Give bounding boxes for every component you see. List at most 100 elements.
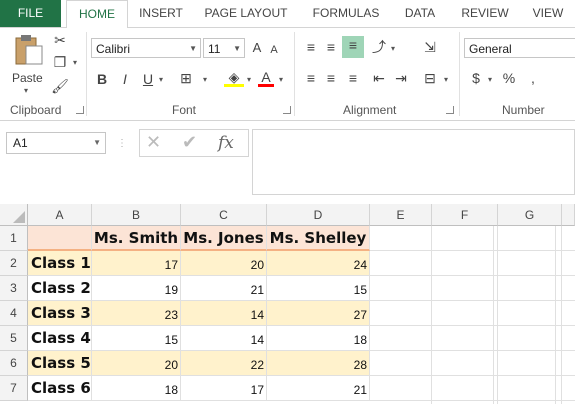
align-middle-icon[interactable]: ≡	[322, 38, 340, 56]
paste-dropdown-icon[interactable]: ▾	[24, 86, 28, 95]
grow-font-icon[interactable]: A	[249, 39, 265, 57]
cell-b3[interactable]: 19	[92, 276, 181, 301]
align-left-icon[interactable]: ≡	[302, 69, 320, 87]
tab-review[interactable]: REVIEW	[454, 0, 516, 27]
cell-c6[interactable]: 22	[181, 351, 267, 376]
tab-page-layout[interactable]: PAGE LAYOUT	[196, 0, 296, 27]
cell-c5[interactable]: 14	[181, 326, 267, 351]
row-header-3[interactable]: 3	[0, 276, 28, 301]
font-size-select[interactable]: 11 ▼	[203, 38, 245, 58]
paste-button[interactable]: Paste ▾	[8, 32, 48, 95]
cell-a4[interactable]: Class 3	[28, 301, 92, 326]
clipboard-launcher-icon[interactable]	[76, 106, 84, 114]
tab-formulas[interactable]: FORMULAS	[305, 0, 387, 27]
copy-icon[interactable]: ❐	[50, 53, 70, 71]
cell-d5[interactable]: 18	[267, 326, 370, 351]
column-header-f[interactable]: F	[432, 204, 498, 226]
select-all-button[interactable]	[0, 204, 28, 226]
row-header-5[interactable]: 5	[0, 326, 28, 351]
wrap-text-icon[interactable]: ⇲	[421, 38, 439, 56]
formula-input[interactable]	[252, 129, 575, 195]
tab-file[interactable]: FILE	[0, 0, 61, 27]
font-color-icon[interactable]: A	[258, 68, 274, 87]
cell-c1[interactable]: Ms. Jones	[181, 226, 267, 251]
cell-b6[interactable]: 20	[92, 351, 181, 376]
column-header-e[interactable]: E	[370, 204, 432, 226]
cell-d1[interactable]: Ms. Shelley	[267, 226, 370, 251]
orientation-icon[interactable]: ⤴	[370, 38, 388, 56]
tab-view[interactable]: VIEW	[524, 0, 572, 27]
formula-bar-splitter-icon[interactable]: ⋮	[117, 138, 127, 149]
alignment-launcher-icon[interactable]	[446, 106, 454, 114]
cell-a7[interactable]: Class 6	[28, 376, 92, 401]
cell-b5[interactable]: 15	[92, 326, 181, 351]
align-bottom-icon[interactable]: ≡	[342, 36, 364, 58]
cell-a1[interactable]	[28, 226, 92, 251]
column-header-d[interactable]: D	[267, 204, 370, 226]
borders-icon[interactable]: ⊞	[176, 69, 196, 87]
underline-dropdown-icon[interactable]: ▾	[159, 75, 163, 84]
column-header-c[interactable]: C	[181, 204, 267, 226]
tab-data[interactable]: DATA	[394, 0, 446, 27]
cell-d3[interactable]: 15	[267, 276, 370, 301]
increase-indent-icon[interactable]: ⇥	[392, 69, 410, 87]
comma-style-icon[interactable]: ,	[527, 69, 539, 87]
tab-home[interactable]: HOME	[66, 0, 128, 29]
enter-icon[interactable]: ✔	[182, 132, 197, 153]
fill-color-icon[interactable]: ◈	[224, 68, 244, 87]
cell-d4[interactable]: 27	[267, 301, 370, 326]
cell-b1[interactable]: Ms. Smith	[92, 226, 181, 251]
align-top-icon[interactable]: ≡	[302, 38, 320, 56]
cell-c3[interactable]: 21	[181, 276, 267, 301]
shrink-font-icon[interactable]: A	[266, 41, 282, 59]
merge-center-icon[interactable]: ⊟	[421, 69, 439, 87]
format-painter-icon[interactable]: 🖌	[50, 77, 70, 95]
font-launcher-icon[interactable]	[283, 106, 291, 114]
cell-a2[interactable]: Class 1	[28, 251, 92, 276]
align-center-icon[interactable]: ≡	[322, 69, 340, 87]
fill-dropdown-icon[interactable]: ▾	[247, 75, 251, 84]
row-header-1[interactable]: 1	[0, 226, 28, 251]
row-header-2[interactable]: 2	[0, 251, 28, 276]
cell-c4[interactable]: 14	[181, 301, 267, 326]
cell-d2[interactable]: 24	[267, 251, 370, 276]
currency-dropdown-icon[interactable]: ▾	[488, 75, 492, 84]
cell-b2[interactable]: 17	[92, 251, 181, 276]
align-right-icon[interactable]: ≡	[344, 69, 362, 87]
cell-a3[interactable]: Class 2	[28, 276, 92, 301]
currency-icon[interactable]: $	[469, 69, 483, 87]
cell-c2[interactable]: 20	[181, 251, 267, 276]
decrease-indent-icon[interactable]: ⇤	[370, 69, 388, 87]
cancel-icon[interactable]: ✕	[146, 132, 161, 153]
column-header-h[interactable]	[562, 204, 575, 226]
underline-button[interactable]: U	[139, 70, 157, 88]
cell-a6[interactable]: Class 5	[28, 351, 92, 376]
cut-icon[interactable]: ✂	[50, 31, 70, 49]
number-format-select[interactable]: General	[464, 38, 575, 58]
font-color-dropdown-icon[interactable]: ▾	[279, 75, 283, 84]
cell-b7[interactable]: 18	[92, 376, 181, 401]
cell-c7[interactable]: 17	[181, 376, 267, 401]
empty-grid-area[interactable]	[370, 226, 575, 404]
column-header-b[interactable]: B	[92, 204, 181, 226]
merge-dropdown-icon[interactable]: ▾	[444, 75, 448, 84]
cell-d7[interactable]: 21	[267, 376, 370, 401]
column-header-g[interactable]: G	[498, 204, 562, 226]
row-header-4[interactable]: 4	[0, 301, 28, 326]
borders-dropdown-icon[interactable]: ▾	[203, 75, 207, 84]
cell-d6[interactable]: 28	[267, 351, 370, 376]
row-header-6[interactable]: 6	[0, 351, 28, 376]
tab-insert[interactable]: INSERT	[130, 0, 192, 27]
bold-button[interactable]: B	[93, 70, 111, 88]
insert-function-icon[interactable]: fx	[218, 133, 234, 153]
row-header-7[interactable]: 7	[0, 376, 28, 401]
cell-a5[interactable]: Class 4	[28, 326, 92, 351]
cell-b4[interactable]: 23	[92, 301, 181, 326]
italic-button[interactable]: I	[116, 70, 134, 88]
font-name-select[interactable]: Calibri ▼	[91, 38, 201, 58]
name-box[interactable]: A1 ▼	[6, 132, 106, 154]
column-header-a[interactable]: A	[28, 204, 92, 226]
percent-icon[interactable]: %	[501, 69, 517, 87]
copy-dropdown-icon[interactable]: ▾	[73, 58, 77, 67]
orientation-dropdown-icon[interactable]: ▾	[391, 44, 395, 53]
